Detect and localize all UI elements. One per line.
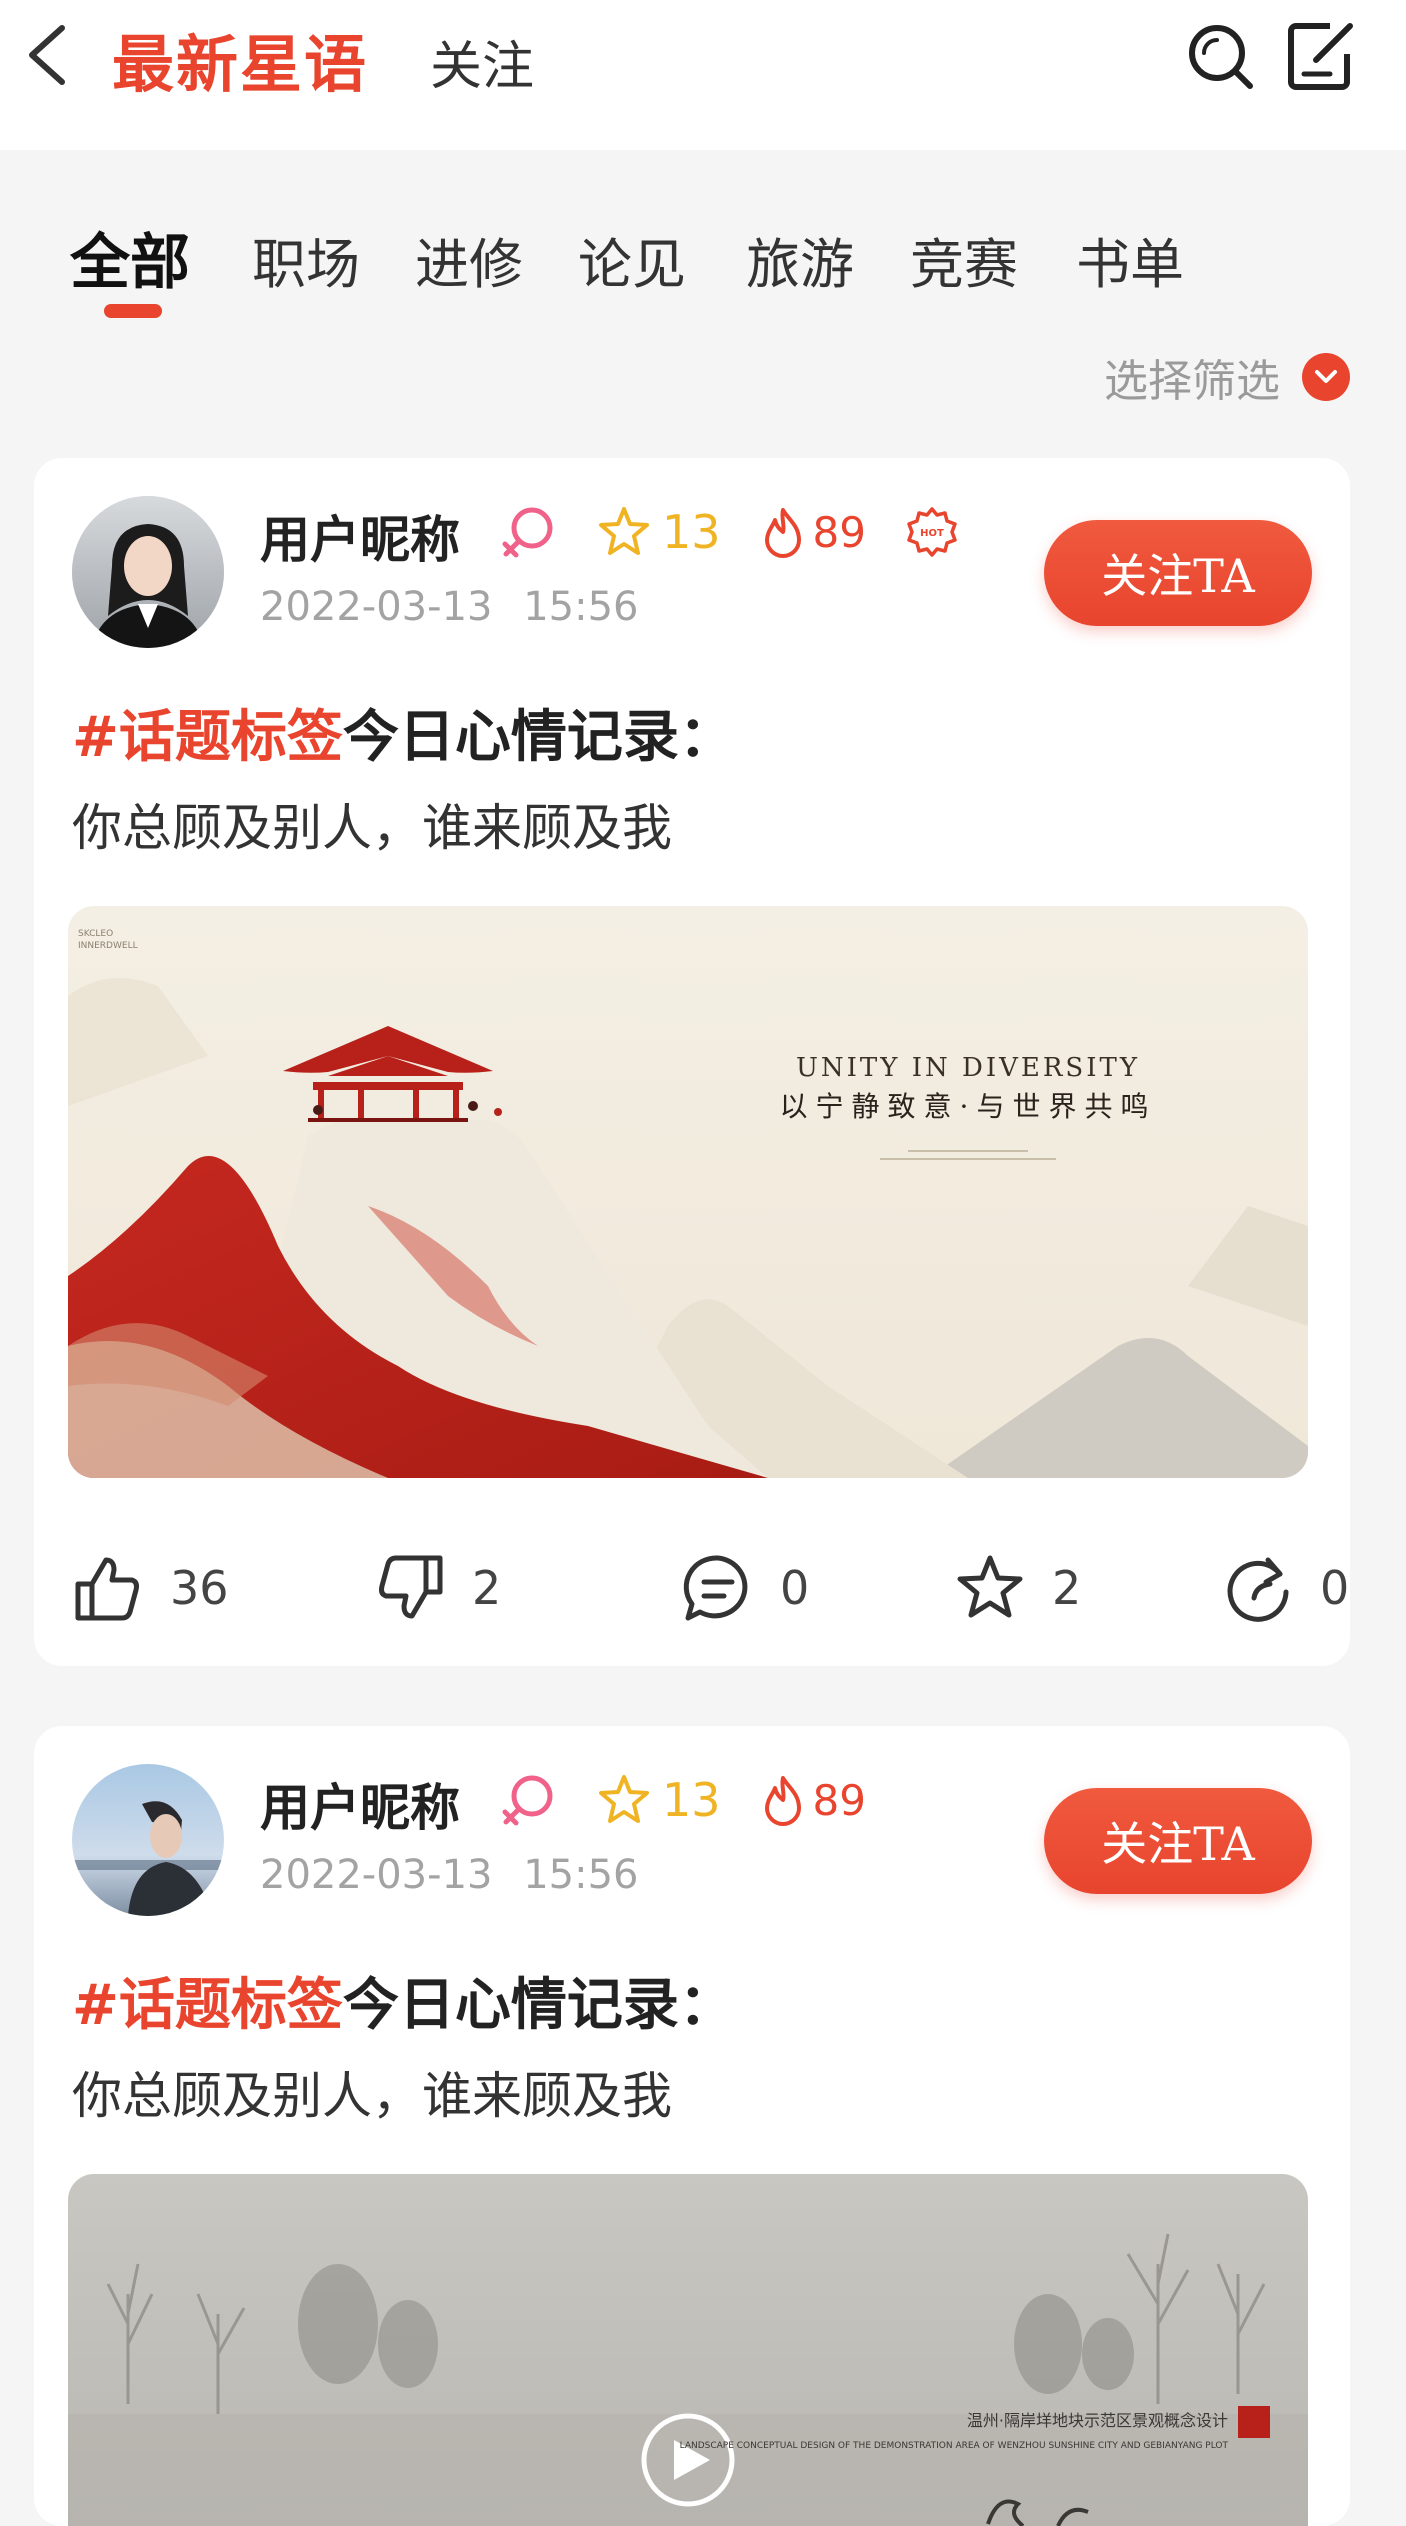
post-actions: 36 2 0 2 0 — [72, 1543, 1349, 1633]
post-time: 15:56 — [523, 584, 639, 630]
post-timestamp: 2022-03-13 15:56 — [260, 1852, 638, 1898]
filter-dropdown[interactable]: 选择筛选 — [1104, 346, 1350, 408]
post-title-text: 今日心情记录： — [342, 1972, 735, 2038]
thumbs-up-icon — [75, 1557, 139, 1621]
svg-text:HOT: HOT — [920, 528, 944, 539]
share-button[interactable]: 0 — [1222, 1543, 1349, 1633]
comment-icon — [683, 1555, 748, 1621]
user-badges: 13 89 HOT — [500, 500, 958, 564]
post-video[interactable]: 温州·隔岸垟地块示范区景观概念设计 LANDSCAPE CONCEPTUAL D… — [68, 2174, 1308, 2526]
female-icon — [502, 1775, 553, 1826]
post-date: 2022-03-13 — [260, 1852, 493, 1898]
image-caption-en: UNITY IN DIVERSITY — [796, 1053, 1140, 1083]
post-title-text: 今日心情记录： — [342, 704, 735, 770]
tab-travel[interactable]: 旅游 — [746, 220, 854, 299]
avatar[interactable] — [72, 496, 224, 648]
dislike-count: 2 — [472, 1561, 502, 1615]
fire-icon — [764, 1776, 801, 1826]
star-outline-icon — [957, 1555, 1023, 1618]
chevron-down-icon — [1302, 353, 1350, 401]
dislike-button[interactable]: 2 — [374, 1543, 501, 1633]
image-caption-cn: 以宁静致意·与世界共鸣 — [780, 1090, 1157, 1123]
post-date: 2022-03-13 — [260, 584, 493, 630]
hot-badge-icon: HOT — [907, 507, 957, 557]
tab-competition[interactable]: 竞赛 — [910, 220, 1018, 299]
share-count: 0 — [1320, 1561, 1350, 1615]
favorite-count: 2 — [1052, 1561, 1082, 1615]
comment-button[interactable]: 0 — [682, 1543, 809, 1633]
tab-all[interactable]: 全部 — [70, 214, 190, 301]
star-icon — [599, 1775, 649, 1823]
search-icon[interactable] — [1184, 20, 1256, 92]
svg-text:INNERDWELL: INNERDWELL — [78, 941, 138, 951]
topic-hashtag[interactable]: #话题标签 — [72, 704, 343, 770]
svg-text:SKCLEO: SKCLEO — [78, 929, 113, 939]
page-title: 最新星语 — [112, 28, 369, 101]
share-icon — [1227, 1557, 1289, 1622]
post-title[interactable]: #话题标签今日心情记录： — [72, 692, 735, 773]
user-name[interactable]: 用户昵称 — [260, 1768, 460, 1840]
video-caption-en: LANDSCAPE CONCEPTUAL DESIGN OF THE DEMON… — [680, 2441, 1229, 2451]
avatar[interactable] — [72, 1764, 224, 1916]
follow-button[interactable]: 关注TA — [1044, 520, 1312, 626]
tab-follow[interactable]: 关注 — [430, 24, 534, 99]
fire-count: 89 — [812, 1775, 866, 1825]
post-time: 15:56 — [523, 1852, 639, 1898]
tab-opinion[interactable]: 论见 — [578, 220, 686, 299]
like-count: 36 — [170, 1561, 229, 1615]
star-count: 13 — [662, 505, 721, 559]
user-name[interactable]: 用户昵称 — [260, 500, 460, 572]
active-tab-indicator — [104, 304, 162, 318]
top-bar: 最新星语 关注 — [0, 0, 1406, 150]
video-caption-top: 温州·隔岸垟地块示范区景观概念设计 — [967, 2411, 1228, 2430]
filter-label: 选择筛选 — [1104, 356, 1280, 407]
like-button[interactable]: 36 — [72, 1543, 229, 1633]
post-body: 你总顾及别人，谁来顾及我 — [72, 799, 672, 857]
post-card: 用户昵称 13 89 2022-03-13 15:56 关注TA #话题标签今日… — [34, 1726, 1350, 2526]
post-title[interactable]: #话题标签今日心情记录： — [72, 1960, 735, 2041]
comment-count: 0 — [780, 1561, 810, 1615]
back-arrow-icon[interactable] — [22, 22, 74, 88]
post-timestamp: 2022-03-13 15:56 — [260, 584, 638, 630]
category-tabs: 全部 职场 进修 论见 旅游 竞赛 书单 — [0, 210, 1406, 320]
tab-workplace[interactable]: 职场 — [252, 220, 360, 299]
post-card: 用户昵称 13 89 HOT 2022-03-13 15:56 关注TA #话题… — [34, 458, 1350, 1666]
thumbs-down-icon — [379, 1555, 443, 1619]
fire-count: 89 — [812, 507, 866, 557]
follow-button[interactable]: 关注TA — [1044, 1788, 1312, 1894]
female-icon — [502, 507, 553, 558]
star-icon — [599, 507, 649, 555]
post-image[interactable]: SKCLEO INNERDWELL UNITY IN DIVERSITY 以宁静… — [68, 906, 1308, 1478]
star-count: 13 — [662, 1773, 721, 1827]
tab-study[interactable]: 进修 — [415, 220, 523, 299]
tab-booklist[interactable]: 书单 — [1076, 220, 1184, 299]
favorite-button[interactable]: 2 — [954, 1543, 1081, 1633]
edit-post-icon[interactable] — [1286, 20, 1356, 92]
fire-icon — [764, 508, 801, 558]
user-badges: 13 89 — [500, 1768, 906, 1832]
post-body: 你总顾及别人，谁来顾及我 — [72, 2067, 672, 2125]
topic-hashtag[interactable]: #话题标签 — [72, 1972, 343, 2038]
